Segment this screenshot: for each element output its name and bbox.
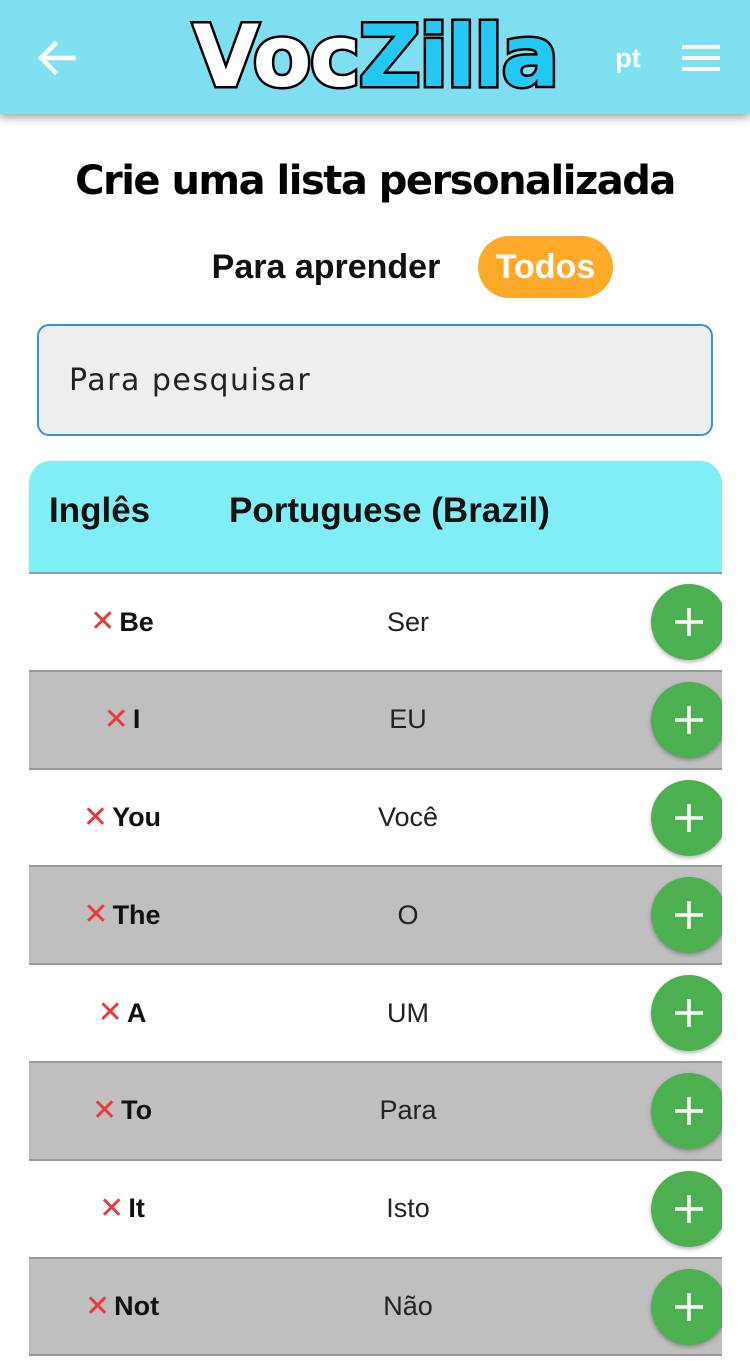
source-word: It	[128, 1193, 145, 1224]
source-word-cell: ✕ A	[29, 965, 215, 1061]
source-word-cell: ✕ It	[29, 1161, 215, 1257]
source-word-cell: ✕ Be	[29, 574, 215, 670]
source-word: I	[132, 704, 141, 735]
search-input[interactable]	[37, 324, 713, 436]
target-word: Não	[383, 1291, 433, 1322]
filter-all[interactable]: Todos	[478, 236, 613, 298]
source-word: You	[112, 802, 162, 833]
app-logo: VocZilla	[168, 7, 582, 107]
plus-icon	[675, 608, 703, 636]
source-word-cell: ✕ You	[29, 770, 215, 866]
add-word-button[interactable]	[651, 1170, 722, 1247]
add-word-button[interactable]	[651, 1072, 722, 1149]
target-word: Você	[377, 802, 439, 833]
logo-voc: Voc	[190, 7, 363, 107]
column-header-source: Inglês	[49, 491, 151, 530]
add-word-button[interactable]	[651, 681, 722, 758]
target-word: Ser	[386, 606, 430, 637]
add-word-button[interactable]	[651, 584, 722, 660]
plus-icon	[675, 999, 703, 1028]
close-icon[interactable]: ✕	[99, 1193, 124, 1224]
source-word: The	[112, 899, 161, 930]
source-word: A	[126, 997, 147, 1028]
source-word: Not	[114, 1291, 160, 1322]
plus-icon	[675, 901, 703, 930]
logo-zilla: Zilla	[356, 7, 562, 107]
target-word: UM	[387, 997, 429, 1028]
table-row: ✕ Not Não	[29, 1258, 722, 1357]
arrow-left-icon	[38, 41, 76, 75]
target-word: Isto	[386, 1193, 430, 1224]
plus-icon	[675, 1292, 703, 1321]
table-row: ✕ It Isto	[29, 1160, 722, 1259]
source-word-cell: ✕ Not	[29, 1259, 215, 1355]
language-selector[interactable]: pt	[605, 40, 651, 76]
table-row: ✕ To Para	[29, 1062, 722, 1161]
add-word-button[interactable]	[651, 975, 722, 1052]
table-row: ✕ The O	[29, 867, 722, 966]
back-button[interactable]	[26, 30, 88, 86]
table-row: ✕ A UM	[29, 965, 722, 1063]
close-icon[interactable]: ✕	[83, 802, 108, 833]
target-word: O	[397, 899, 419, 930]
table-header: Inglês Portuguese (Brazil)	[29, 461, 722, 574]
table-row: ✕ You Você	[29, 769, 722, 868]
table-row: ✕ I EU	[29, 671, 722, 770]
word-table: Inglês Portuguese (Brazil) ✕ Be Ser ✕ I …	[29, 461, 722, 1361]
menu-button[interactable]	[676, 36, 726, 80]
add-word-button[interactable]	[651, 877, 722, 954]
column-header-target: Portuguese (Brazil)	[229, 491, 550, 530]
target-word: Para	[379, 1095, 437, 1126]
hamburger-menu-icon	[682, 45, 720, 71]
close-icon[interactable]: ✕	[104, 704, 129, 735]
table-row: ✕ Be Ser	[29, 574, 722, 672]
page-title: Crie uma lista personalizada	[75, 158, 676, 204]
source-word-cell: ✕ To	[29, 1063, 215, 1159]
close-icon[interactable]: ✕	[83, 900, 108, 930]
filter-row: Para aprender Todos	[0, 236, 750, 298]
close-icon[interactable]: ✕	[85, 1291, 110, 1322]
filter-to-learn[interactable]: Para aprender	[192, 244, 460, 290]
close-icon[interactable]: ✕	[92, 1095, 117, 1126]
source-word: Be	[119, 606, 154, 637]
source-word: To	[121, 1095, 153, 1126]
add-word-button[interactable]	[651, 779, 722, 856]
plus-icon	[675, 1194, 703, 1223]
plus-icon	[675, 705, 703, 734]
plus-icon	[675, 803, 703, 832]
plus-icon	[675, 1096, 703, 1125]
source-word-cell: ✕ I	[29, 672, 215, 768]
close-icon[interactable]: ✕	[90, 607, 115, 637]
close-icon[interactable]: ✕	[98, 998, 123, 1028]
app-bar: VocZilla pt	[0, 0, 750, 114]
target-word: EU	[389, 704, 427, 735]
source-word-cell: ✕ The	[29, 867, 215, 963]
add-word-button[interactable]	[651, 1268, 722, 1345]
